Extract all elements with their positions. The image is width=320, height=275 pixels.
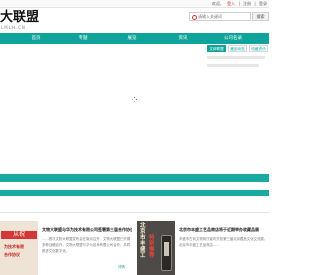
thumbnail-caption: 从祝 xyxy=(1,231,37,239)
loading-spinner-icon xyxy=(132,97,137,102)
news-summary: 丰盛市古玩文物商厅宣布开放第三届北京藏品文化交流展，北京市丰盛工艺品商店…… xyxy=(179,237,268,247)
thumbnail-caption: 合作协议 xyxy=(4,252,20,257)
section-divider xyxy=(0,174,269,182)
news-thumbnail[interactable]: 从祝 为技术有限 合作协议 xyxy=(0,221,38,275)
news-thumbnail[interactable]: 北京市丰盛工 特别推荐 xyxy=(137,221,175,275)
top-links: 欢迎， 登入 | 注册 | 登录 xyxy=(210,0,267,7)
divider xyxy=(0,212,269,213)
top-bar: 欢迎， 登入 | 注册 | 登录 xyxy=(0,0,269,8)
signin-link[interactable]: 登录 xyxy=(259,1,267,6)
news-card[interactable]: 北京市丰盛工 特别推荐 北京市丰盛工艺品商店将于近期举办收藏品展 丰盛市古玩文物… xyxy=(137,221,269,275)
news-title[interactable]: 文物大联盟与华为技术有限公司签署第三届合作协议 xyxy=(42,227,132,232)
site-logo-subtitle: LMLH.CN xyxy=(1,25,26,30)
nav-item-topics[interactable]: 专题 xyxy=(79,33,88,44)
side-panel: 文体联盟 藏品动态 收藏资讯 xyxy=(205,44,269,166)
more-link[interactable]: 详情 xyxy=(118,264,125,269)
tab-alliance[interactable]: 文体联盟 xyxy=(207,45,226,52)
tab-collect-info[interactable]: 收藏资讯 xyxy=(249,45,268,52)
search-icon xyxy=(192,15,197,20)
welcome-text: 欢迎， xyxy=(211,1,224,6)
product-image xyxy=(161,235,172,271)
thumbnail-caption: 北京市丰盛工 xyxy=(140,223,146,259)
search-box[interactable] xyxy=(189,12,251,21)
news-title[interactable]: 北京市丰盛工艺品商店将于近期举办收藏品展 xyxy=(179,227,269,232)
search-input[interactable] xyxy=(198,13,248,20)
tab-collection-news[interactable]: 藏品动态 xyxy=(228,45,247,52)
site-logo[interactable]: 大联盟 xyxy=(0,11,39,24)
thumbnail-caption: 特别推荐 xyxy=(149,235,155,259)
nav-item-home[interactable]: 首页 xyxy=(32,33,41,44)
nav-item-news[interactable]: 资讯 xyxy=(179,33,188,44)
divider: | xyxy=(254,1,256,6)
search-button[interactable]: 搜索 xyxy=(252,12,269,21)
nav-item-companies[interactable]: 公司名录 xyxy=(224,33,242,44)
thumbnail-caption: 为技术有限 xyxy=(4,244,24,249)
divider: | xyxy=(238,1,240,6)
news-card[interactable]: 从祝 为技术有限 合作协议 文物大联盟与华为技术有限公司签署第三届合作协议 ……… xyxy=(0,221,133,275)
login-link[interactable]: 登入 xyxy=(227,1,235,6)
register-link[interactable]: 注册 xyxy=(243,1,251,6)
side-list-placeholder xyxy=(207,56,269,72)
main-nav: 首页 专题 展览 资讯 公司名录 xyxy=(0,33,269,44)
news-summary: ……首次文物大联盟发布会在南京召开，文物大联盟已开展多种战略合作，文物大联盟与华… xyxy=(42,237,131,253)
section-divider xyxy=(0,190,269,196)
nav-item-exhibition[interactable]: 展览 xyxy=(128,33,137,44)
